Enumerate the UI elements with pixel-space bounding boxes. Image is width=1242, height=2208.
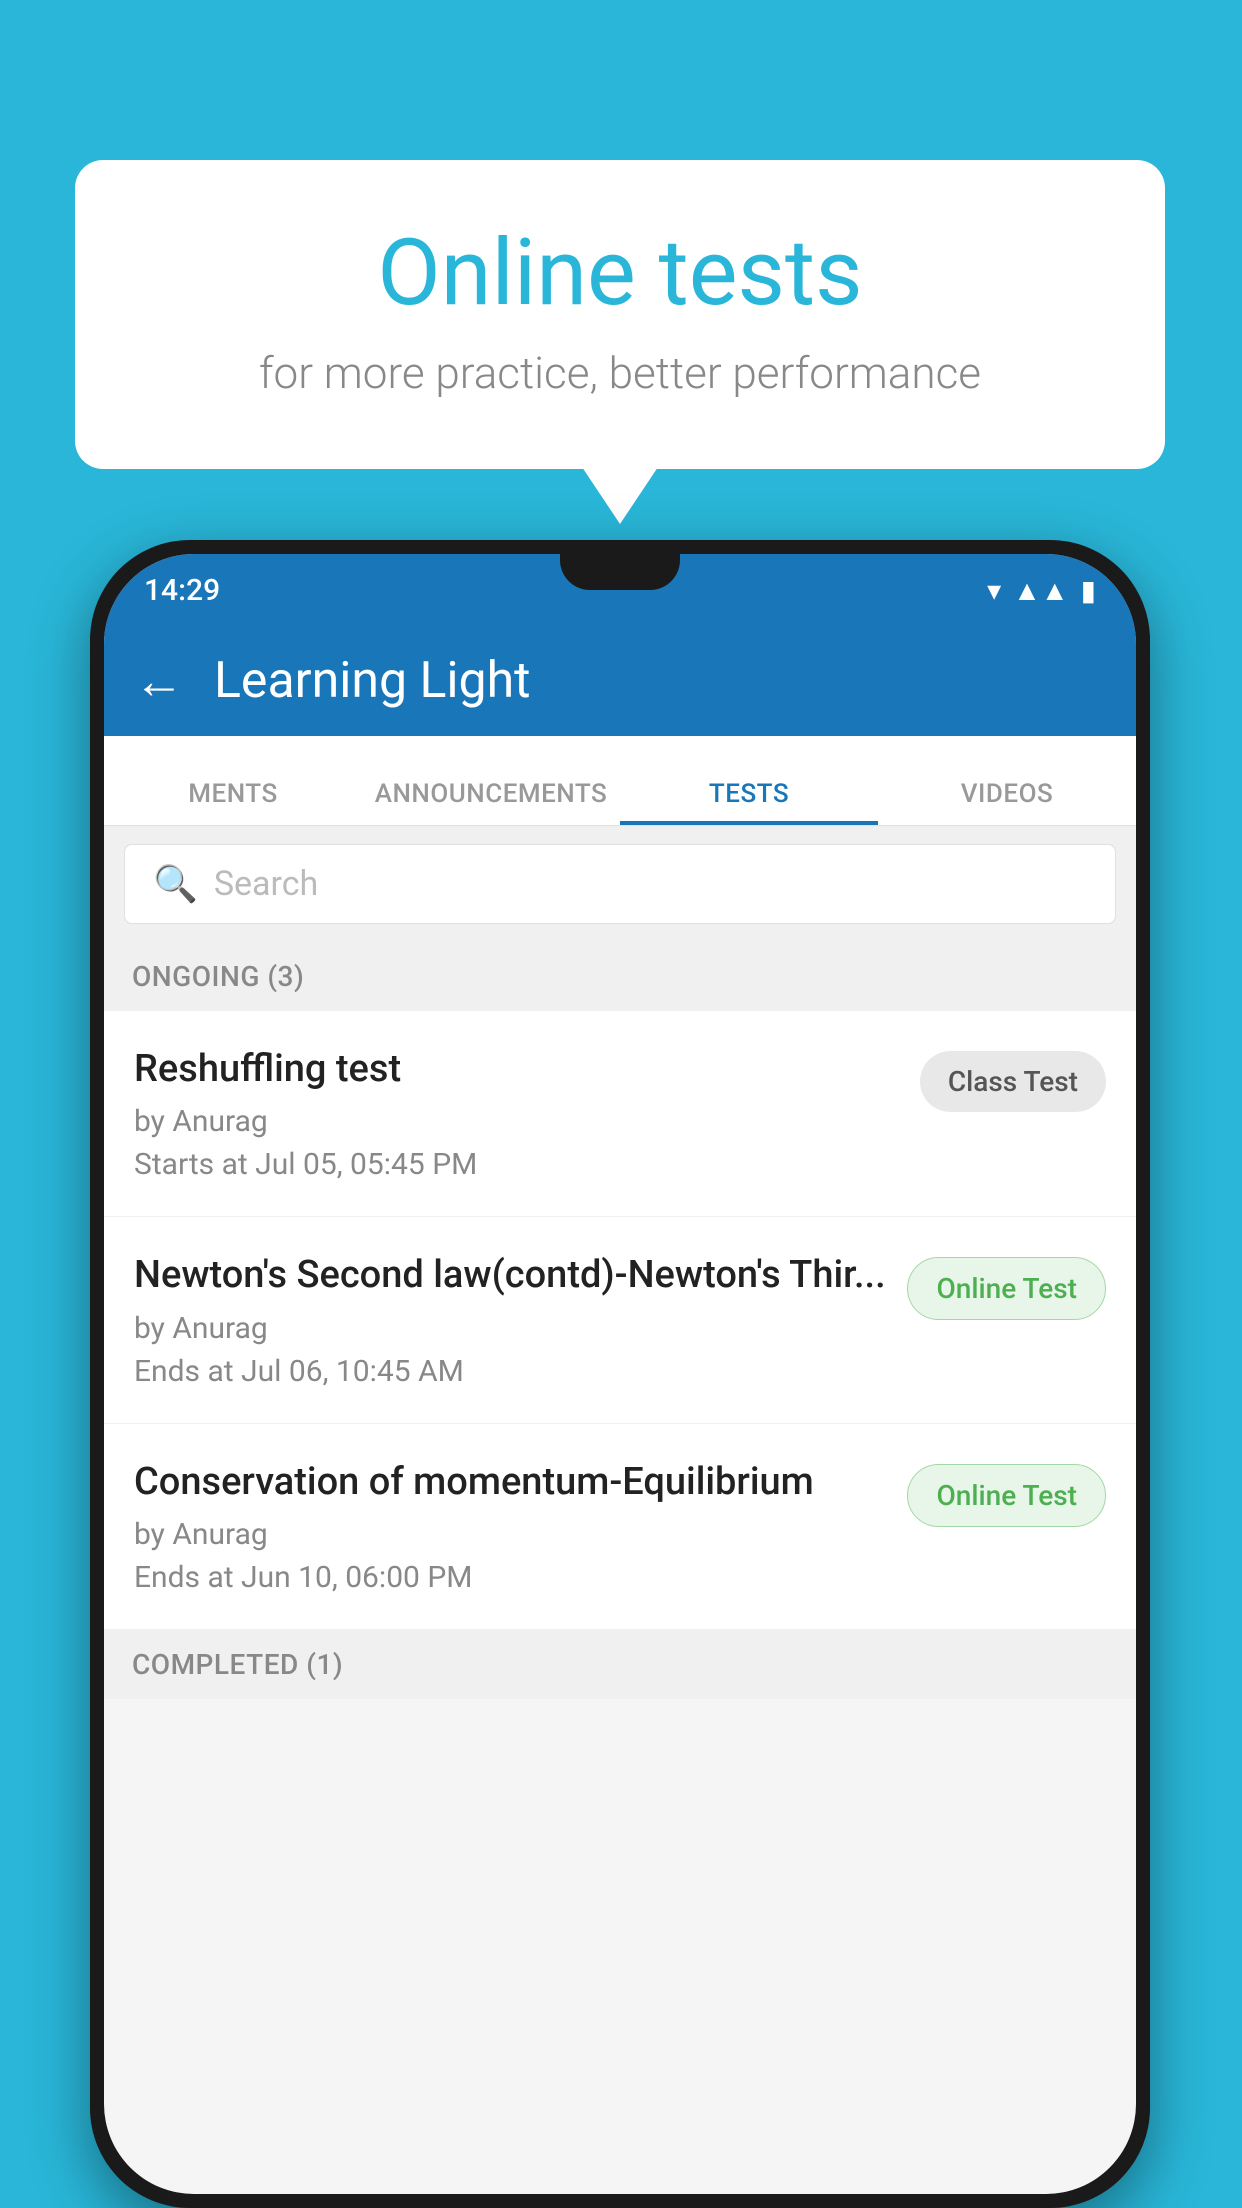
test-date: Ends at Jul 06, 10:45 AM [134, 1354, 887, 1389]
tab-tests[interactable]: TESTS [620, 779, 878, 825]
ongoing-section-header: ONGOING (3) [104, 942, 1136, 1011]
test-item[interactable]: Conservation of momentum-Equilibrium by … [104, 1424, 1136, 1630]
test-info: Conservation of momentum-Equilibrium by … [134, 1458, 907, 1595]
phone-frame: 14:29 ▾ ▲▲ ▮ ← Learning Light MENTS ANNO… [90, 540, 1150, 2208]
tab-announcements[interactable]: ANNOUNCEMENTS [362, 779, 620, 825]
completed-section-header: COMPLETED (1) [104, 1630, 1136, 1699]
status-time: 14:29 [144, 573, 220, 608]
phone-screen: 14:29 ▾ ▲▲ ▮ ← Learning Light MENTS ANNO… [104, 554, 1136, 2194]
status-icons: ▾ ▲▲ ▮ [987, 574, 1096, 607]
battery-icon: ▮ [1081, 574, 1096, 607]
test-badge-class: Class Test [920, 1051, 1106, 1112]
search-container: 🔍 Search [104, 826, 1136, 942]
test-title: Newton's Second law(contd)-Newton's Thir… [134, 1251, 887, 1300]
bubble-title: Online tests [155, 220, 1085, 327]
tab-ments[interactable]: MENTS [104, 779, 362, 825]
test-title: Conservation of momentum-Equilibrium [134, 1458, 887, 1507]
test-title: Reshuffling test [134, 1045, 900, 1094]
test-item[interactable]: Newton's Second law(contd)-Newton's Thir… [104, 1217, 1136, 1423]
wifi-icon: ▾ [987, 574, 1001, 607]
search-bar[interactable]: 🔍 Search [124, 844, 1116, 924]
test-author: by Anurag [134, 1311, 887, 1346]
tabs-container: MENTS ANNOUNCEMENTS TESTS VIDEOS [104, 736, 1136, 826]
test-author: by Anurag [134, 1104, 900, 1139]
app-bar-title: Learning Light [214, 652, 531, 710]
tab-videos[interactable]: VIDEOS [878, 779, 1136, 825]
search-placeholder: Search [214, 864, 318, 904]
search-icon: 🔍 [153, 863, 198, 905]
test-date: Ends at Jun 10, 06:00 PM [134, 1560, 887, 1595]
back-button[interactable]: ← [134, 652, 184, 711]
speech-bubble: Online tests for more practice, better p… [75, 160, 1165, 469]
test-info: Reshuffling test by Anurag Starts at Jul… [134, 1045, 920, 1182]
bubble-subtitle: for more practice, better performance [155, 347, 1085, 399]
test-info: Newton's Second law(contd)-Newton's Thir… [134, 1251, 907, 1388]
signal-icon: ▲▲ [1013, 574, 1068, 607]
test-badge-online: Online Test [907, 1464, 1106, 1527]
status-bar: 14:29 ▾ ▲▲ ▮ [104, 554, 1136, 626]
test-date: Starts at Jul 05, 05:45 PM [134, 1147, 900, 1182]
test-item[interactable]: Reshuffling test by Anurag Starts at Jul… [104, 1011, 1136, 1217]
test-badge-online: Online Test [907, 1257, 1106, 1320]
test-author: by Anurag [134, 1517, 887, 1552]
app-bar: ← Learning Light [104, 626, 1136, 736]
